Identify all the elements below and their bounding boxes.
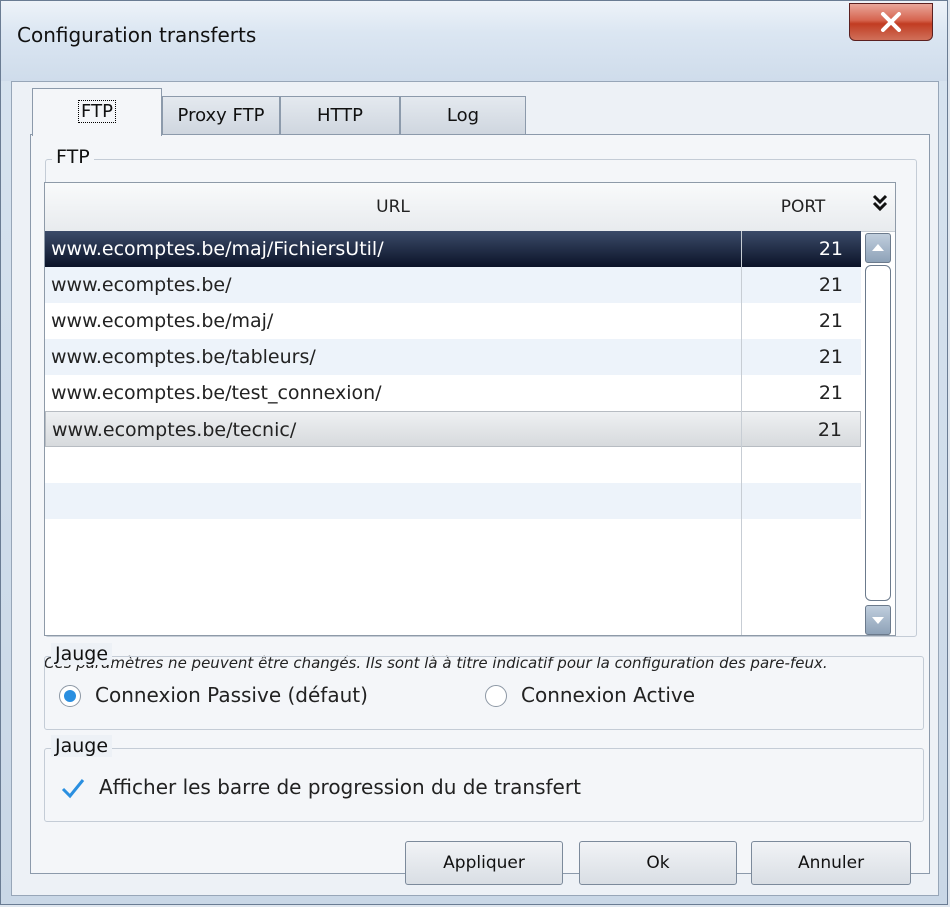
table-row[interactable]: www.ecomptes.be/maj/FichiersUtil/21 — [45, 231, 861, 267]
close-button[interactable] — [849, 3, 933, 41]
table-body: www.ecomptes.be/maj/FichiersUtil/21 www.… — [45, 231, 861, 555]
ok-button[interactable]: Ok — [579, 841, 737, 885]
table-row[interactable]: www.ecomptes.be/maj/21 — [45, 303, 861, 339]
progress-group: Jauge Afficher les barre de progression … — [44, 735, 924, 822]
table-row[interactable]: www.ecomptes.be/test_connexion/21 — [45, 375, 861, 411]
progress-checkbox[interactable] — [61, 777, 85, 799]
empty-row — [45, 519, 861, 555]
tab-proxy-ftp[interactable]: Proxy FTP — [162, 96, 280, 134]
scroll-up-button[interactable] — [865, 233, 891, 263]
row-port: 21 — [818, 382, 843, 404]
empty-row — [45, 483, 861, 519]
cancel-button[interactable]: Annuler — [751, 841, 911, 885]
checkmark-icon — [61, 779, 85, 799]
tab-ftp-label: FTP — [78, 100, 116, 123]
table-row[interactable]: www.ecomptes.be/21 — [45, 267, 861, 303]
column-chooser-icon[interactable] — [865, 183, 895, 231]
dialog-client-area: FTP Proxy FTP HTTP Log FTP URL PORT www.… — [11, 81, 939, 896]
tab-log-label: Log — [446, 105, 480, 126]
passive-radio-label[interactable]: Connexion Passive (défaut) — [95, 683, 368, 707]
ftp-group-legend: FTP — [52, 146, 94, 168]
row-port: 21 — [818, 310, 843, 332]
progress-checkbox-label[interactable]: Afficher les barre de progression du de … — [99, 775, 581, 799]
row-port: 21 — [818, 274, 843, 296]
connection-mode-group: Jauge Connexion Passive (défaut) Connexi… — [44, 643, 924, 730]
window-title: Configuration transferts — [17, 23, 257, 47]
tab-http-label: HTTP — [316, 105, 364, 126]
scrollbar-thumb[interactable] — [865, 265, 891, 601]
tab-http[interactable]: HTTP — [280, 96, 400, 134]
empty-row — [45, 447, 861, 483]
row-url: www.ecomptes.be/ — [51, 274, 232, 296]
table-header: URL PORT — [45, 183, 895, 232]
tab-ftp[interactable]: FTP — [32, 88, 162, 136]
arrow-down-icon — [872, 617, 884, 624]
active-radio[interactable] — [485, 685, 507, 707]
row-url: www.ecomptes.be/maj/FichiersUtil/ — [51, 238, 384, 260]
tab-proxy-ftp-label: Proxy FTP — [177, 105, 265, 126]
dialog-window: Configuration transferts FTP Proxy FTP H… — [0, 0, 948, 905]
close-icon — [881, 12, 901, 32]
title-bar[interactable]: Configuration transferts — [1, 1, 947, 81]
column-divider — [741, 231, 742, 635]
row-url: www.ecomptes.be/tableurs/ — [51, 346, 316, 368]
tab-log[interactable]: Log — [400, 96, 526, 134]
scroll-down-button[interactable] — [865, 605, 891, 635]
apply-button[interactable]: Appliquer — [405, 841, 563, 885]
active-radio-label[interactable]: Connexion Active — [521, 683, 695, 707]
arrow-up-icon — [872, 244, 884, 251]
row-url: www.ecomptes.be/tecnic/ — [52, 419, 297, 441]
vertical-scrollbar[interactable] — [865, 231, 893, 635]
progress-group-legend: Jauge — [51, 735, 113, 757]
table-row[interactable]: www.ecomptes.be/tecnic/21 — [45, 411, 861, 447]
ftp-url-table[interactable]: URL PORT www.ecomptes.be/maj/FichiersUti… — [44, 182, 896, 636]
column-header-port[interactable]: PORT — [741, 183, 865, 231]
passive-radio[interactable] — [59, 685, 81, 707]
row-port: 21 — [818, 238, 843, 260]
connection-mode-legend: Jauge — [51, 643, 113, 665]
row-port: 21 — [817, 419, 842, 441]
table-row[interactable]: www.ecomptes.be/tableurs/21 — [45, 339, 861, 375]
row-port: 21 — [818, 346, 843, 368]
row-url: www.ecomptes.be/maj/ — [51, 310, 274, 332]
row-url: www.ecomptes.be/test_connexion/ — [51, 382, 382, 404]
column-header-url[interactable]: URL — [45, 183, 741, 231]
